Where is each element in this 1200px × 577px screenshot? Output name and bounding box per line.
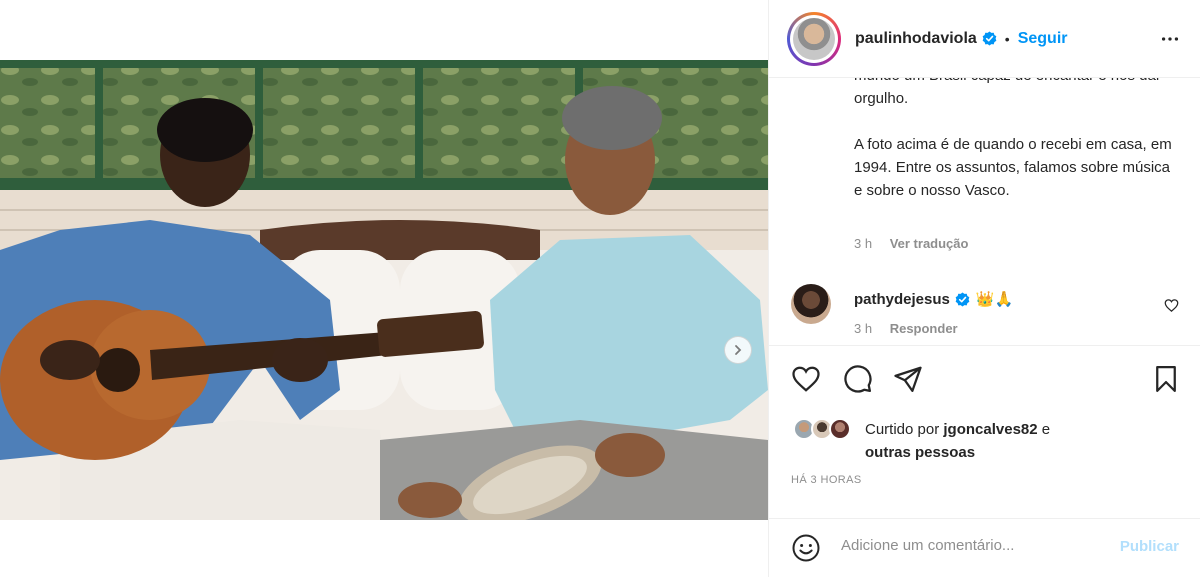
likes-summary: Curtido por jgoncalves82 e outras pessoa… (769, 416, 1200, 466)
commenter-row: pathydejesus 👑🙏 (854, 290, 1014, 309)
translate-link[interactable]: Ver tradução (890, 236, 969, 251)
bookmark-icon[interactable] (1151, 364, 1181, 394)
next-photo-button[interactable] (724, 336, 752, 364)
heart-icon[interactable] (1164, 298, 1179, 313)
post-media (0, 0, 768, 577)
liker-username[interactable]: jgoncalves82 (943, 421, 1037, 438)
comment-icon[interactable] (843, 364, 873, 394)
comments-area[interactable]: mundo um Brasil capaz de encantar e nos … (769, 78, 1200, 346)
comment-input[interactable] (841, 537, 1101, 554)
author-avatar[interactable] (787, 11, 841, 66)
verified-icon (955, 291, 970, 307)
author-username[interactable]: paulinhodaviola (855, 30, 977, 48)
caption-meta: 3 h Ver tradução (854, 236, 968, 251)
likes-prefix: Curtido por (865, 421, 940, 438)
post-side-panel: paulinhodaviola • Seguir mundo um Brasil… (768, 0, 1200, 577)
post-actions (769, 346, 1200, 416)
add-comment-bar: Publicar (769, 518, 1200, 577)
post-header: paulinhodaviola • Seguir (769, 0, 1200, 78)
post-caption: mundo um Brasil capaz de encantar e nos … (854, 78, 1174, 225)
follow-button[interactable]: Seguir (1018, 30, 1068, 48)
liker-avatar (829, 418, 851, 440)
comment-text: 👑🙏 (975, 291, 1014, 308)
author-avatar-border (790, 14, 838, 63)
emoji-icon[interactable] (791, 533, 821, 563)
publish-button[interactable]: Publicar (1120, 538, 1179, 555)
post-timestamp[interactable]: HÁ 3 HORAS (791, 474, 862, 486)
others-link[interactable]: outras pessoas (865, 444, 975, 461)
commenter-username[interactable]: pathydejesus (854, 291, 950, 308)
caption-line: A foto acima é de quando o recebi em cas… (854, 136, 1172, 199)
verified-icon (982, 31, 997, 46)
header-separator: • (1004, 30, 1010, 47)
author-avatar-image (793, 17, 835, 60)
share-icon[interactable] (893, 364, 923, 394)
caption-line: mundo um Brasil capaz de encantar e nos … (854, 78, 1161, 107)
likes-connector: e (1041, 421, 1051, 438)
reply-link[interactable]: Responder (890, 321, 958, 336)
heart-icon[interactable] (791, 364, 821, 394)
commenter-avatar[interactable] (791, 284, 831, 324)
more-icon[interactable] (1159, 28, 1181, 50)
comment-meta: 3 h Responder (854, 321, 958, 336)
comment-time: 3 h (854, 321, 873, 336)
caption-time: 3 h (854, 236, 873, 251)
next-icon (735, 345, 742, 355)
likes-text: Curtido por jgoncalves82 e outras pessoa… (865, 418, 1050, 464)
post-photo[interactable] (0, 60, 768, 520)
